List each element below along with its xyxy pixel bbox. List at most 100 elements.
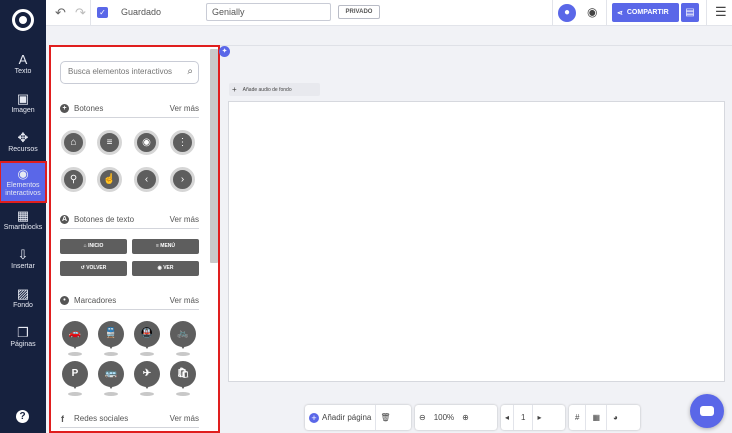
metro-icon: 🚇 bbox=[134, 321, 160, 349]
pin-icon[interactable]: ✦ bbox=[219, 46, 230, 57]
delete-page-button[interactable]: 🗑 bbox=[376, 405, 394, 430]
ver-text-button[interactable]: ◉ VER bbox=[132, 261, 199, 276]
menu-text-button[interactable]: ≡ MENÚ bbox=[132, 239, 199, 254]
page-nav-group: ◂ 1 ▸ bbox=[501, 405, 565, 430]
share-icon: ⋖ bbox=[617, 9, 623, 17]
zoom-group: ⊖ 100% ⊕ bbox=[415, 405, 497, 430]
eye-button-icon[interactable]: ◉ bbox=[134, 130, 159, 155]
rail-item-imagen[interactable]: ▣ Imagen bbox=[0, 85, 46, 121]
divider bbox=[606, 0, 607, 26]
share-button[interactable]: ⋖ COMPARTIR bbox=[612, 3, 679, 22]
rail-item-smartblocks[interactable]: ▦ Smartblocks bbox=[0, 202, 46, 238]
plus-circle-icon: + bbox=[309, 412, 319, 423]
zoom-out-button[interactable]: ⊖ bbox=[415, 405, 430, 430]
see-more-link[interactable]: Ver más bbox=[170, 296, 199, 305]
metro-marker[interactable]: 🚇 bbox=[134, 321, 160, 357]
train-icon: 🚆 bbox=[98, 321, 124, 349]
rail-item-texto[interactable]: A Texto bbox=[0, 46, 46, 82]
home-button-icon[interactable]: ⌂ bbox=[61, 130, 86, 155]
rail-item-label: Páginas bbox=[10, 340, 36, 348]
add-page-label: Añadir página bbox=[322, 413, 372, 422]
section-title: Botones de texto bbox=[74, 215, 135, 224]
see-more-link[interactable]: Ver más bbox=[170, 414, 199, 423]
rail-item-paginas[interactable]: ❐ Páginas bbox=[0, 319, 46, 355]
page-actions-group: + Añadir página 🗑 bbox=[305, 405, 411, 430]
pages-icon: ❐ bbox=[17, 324, 29, 340]
facebook-icon: f bbox=[61, 414, 64, 424]
marker-shadow bbox=[104, 352, 118, 356]
genially-logo[interactable] bbox=[12, 9, 34, 31]
save-status: Guardado bbox=[121, 7, 162, 17]
add-page-button[interactable]: + Añadir página bbox=[305, 405, 375, 430]
resources-icon: ✥ bbox=[17, 129, 29, 145]
chevron-left-button-icon[interactable]: ‹ bbox=[134, 167, 159, 192]
preview-eye-icon[interactable]: ◉ bbox=[587, 5, 597, 19]
bottom-toolbar: + Añadir página 🗑 ⊖ 100% ⊕ ◂ 1 ▸ # ▦ ◕ bbox=[305, 405, 640, 430]
location-button-icon[interactable]: ⚲ bbox=[61, 167, 86, 192]
rail-item-fondo[interactable]: ▨ Fondo bbox=[0, 280, 46, 316]
train-marker[interactable]: 🚆 bbox=[98, 321, 124, 357]
more-button-icon[interactable]: ⋮ bbox=[170, 130, 195, 155]
help-icon[interactable]: ? bbox=[16, 410, 29, 423]
zoom-in-button[interactable]: ⊕ bbox=[458, 405, 473, 430]
search-icon[interactable]: ⌕ bbox=[187, 66, 193, 77]
see-more-link[interactable]: Ver más bbox=[170, 215, 199, 224]
shopping-bag-marker[interactable]: 🛍 bbox=[170, 361, 196, 397]
page-number: 1 bbox=[521, 413, 526, 422]
layout-icon: ▦ bbox=[592, 413, 601, 422]
section-header-botones-de-texto: A Botones de texto Ver más bbox=[60, 215, 199, 229]
add-background-audio-button[interactable]: + Añade audio de fondo bbox=[229, 83, 320, 96]
zoom-level: 100% bbox=[433, 413, 455, 422]
triangle-right-icon: ▸ bbox=[537, 413, 542, 422]
plus-icon: + bbox=[232, 85, 237, 94]
rail-item-insertar[interactable]: ⇩ Insertar bbox=[0, 241, 46, 277]
bicycle-marker[interactable]: 🚲 bbox=[170, 321, 196, 357]
undo-icon[interactable]: ↶ bbox=[55, 5, 66, 21]
user-avatar-icon[interactable]: ● bbox=[558, 4, 576, 22]
volver-text-button[interactable]: ↺ VOLVER bbox=[60, 261, 127, 276]
menu-button-icon[interactable]: ≡ bbox=[97, 130, 122, 155]
car-icon: 🚗 bbox=[62, 321, 88, 349]
marker-shadow bbox=[176, 392, 190, 396]
hamburger-menu-icon[interactable]: ☰ bbox=[715, 4, 727, 20]
chat-support-icon[interactable] bbox=[690, 394, 724, 428]
next-page-button[interactable]: ▸ bbox=[533, 405, 545, 430]
rail-item-label: Elementos interactivos bbox=[5, 181, 41, 197]
bus-marker[interactable]: 🚌 bbox=[98, 361, 124, 397]
parking-marker[interactable]: P bbox=[62, 361, 88, 397]
layout-button[interactable]: ▦ bbox=[586, 405, 606, 430]
rail-item-recursos[interactable]: ✥ Recursos bbox=[0, 124, 46, 160]
prev-page-button[interactable]: ◂ bbox=[501, 405, 513, 430]
rail-item-label: Fondo bbox=[13, 301, 33, 309]
section-header-redes-sociales: f Redes sociales Ver más bbox=[60, 414, 199, 428]
marker-shadow bbox=[140, 352, 154, 356]
marker-shadow bbox=[140, 392, 154, 396]
redo-icon[interactable]: ↷ bbox=[75, 5, 86, 21]
airplane-marker[interactable]: ✈ bbox=[134, 361, 160, 397]
plus-circle-icon: + bbox=[60, 104, 69, 113]
project-title-input[interactable] bbox=[206, 3, 331, 21]
search-box: ⌕ bbox=[60, 61, 199, 84]
background-icon: ▨ bbox=[16, 285, 30, 301]
interactive-elements-icon: ◉ bbox=[17, 165, 29, 181]
divider bbox=[706, 0, 707, 26]
panel-scrollbar[interactable] bbox=[210, 49, 218, 263]
see-more-link[interactable]: Ver más bbox=[170, 104, 199, 113]
slide-canvas[interactable] bbox=[228, 101, 725, 382]
chevron-right-button-icon[interactable]: › bbox=[170, 167, 195, 192]
canvas-top-border bbox=[220, 45, 732, 46]
interactive-elements-panel: ⌕ + Botones Ver más ⌂ ≡ ◉ ⋮ ⚲ ☝ ‹ › A Bo… bbox=[49, 45, 220, 433]
smartblocks-icon: ▦ bbox=[16, 207, 30, 223]
privacy-button[interactable]: PRIVADO bbox=[338, 5, 380, 19]
parking-icon: P bbox=[62, 361, 88, 389]
rail-item-elementos-interactivos[interactable]: ◉ Elementos interactivos bbox=[0, 161, 47, 203]
grid-button[interactable]: # bbox=[569, 405, 585, 430]
left-toolbar: A Texto ▣ Imagen ✥ Recursos ◉ Elementos … bbox=[0, 0, 47, 433]
hand-pointer-button-icon[interactable]: ☝ bbox=[97, 167, 122, 192]
search-input[interactable] bbox=[68, 67, 180, 76]
theme-button[interactable]: ◕ bbox=[607, 405, 624, 430]
zoom-in-icon: ⊕ bbox=[462, 413, 469, 422]
present-button[interactable]: ▤ bbox=[681, 3, 699, 22]
car-marker[interactable]: 🚗 bbox=[62, 321, 88, 357]
inicio-text-button[interactable]: ⌂ INICIO bbox=[60, 239, 127, 254]
